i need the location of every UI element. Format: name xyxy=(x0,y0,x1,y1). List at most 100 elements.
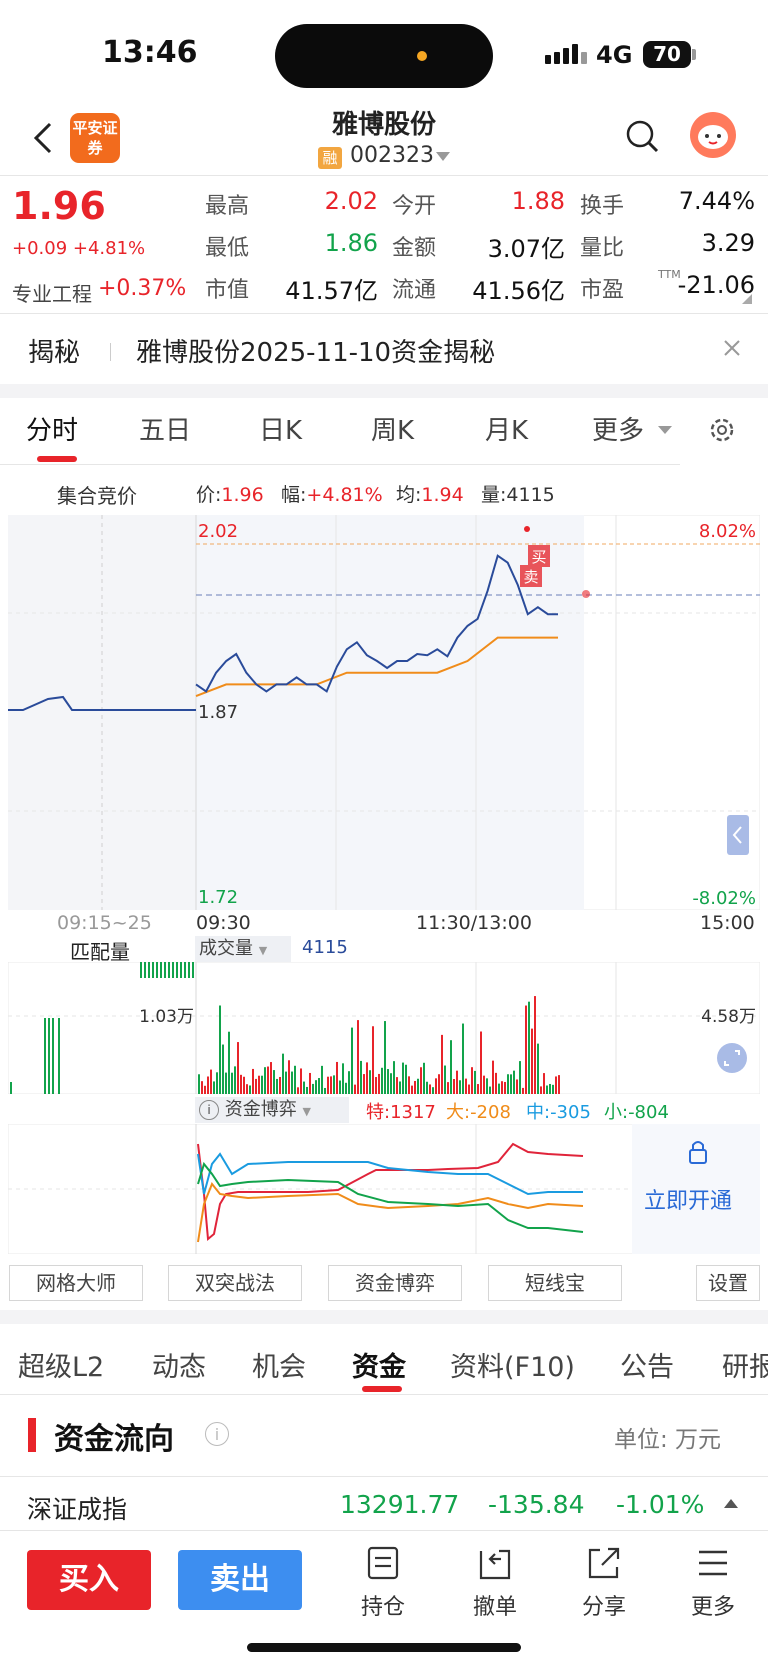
status-time: 13:46 xyxy=(102,35,198,70)
more-caret-icon[interactable] xyxy=(658,426,672,434)
volume-bar xyxy=(414,1080,416,1094)
volume-bar xyxy=(52,1018,54,1094)
volume-bar xyxy=(456,1070,458,1094)
volume-max: 4.58万 xyxy=(701,1007,756,1027)
volume-bar xyxy=(411,1085,413,1094)
volume-bar xyxy=(234,1066,236,1094)
volume-bar xyxy=(366,1062,368,1094)
open-now-link[interactable]: 立即开通 xyxy=(644,1183,732,1215)
volume-chart[interactable]: 1.03万 4.58万 xyxy=(8,962,760,1094)
quote-value: 3.29 xyxy=(701,229,755,257)
volume-value: 4115 xyxy=(302,937,348,958)
assistant-avatar[interactable] xyxy=(690,112,736,158)
volume-bar xyxy=(258,1075,260,1094)
tab-f10[interactable]: 资料(F10) xyxy=(450,1345,575,1384)
undo-order-icon xyxy=(479,1549,511,1580)
volume-bar xyxy=(534,996,536,1094)
price-readout: 价:1.96 xyxy=(196,484,264,506)
volume-bar xyxy=(444,1065,446,1094)
corner-expand-icon[interactable] xyxy=(742,294,752,304)
fund-da: 大:-208 xyxy=(446,1102,511,1123)
volume-readout: 量:4115 xyxy=(481,484,555,506)
tool-double-breakout[interactable]: 双突战法 xyxy=(168,1265,302,1301)
volume-bar xyxy=(492,1060,494,1094)
fullscreen-button[interactable] xyxy=(717,1043,747,1073)
fund-xiao: 小:-804 xyxy=(604,1102,669,1123)
volume-bar xyxy=(417,1078,419,1094)
quote-label: 市值 xyxy=(205,278,250,303)
tab-opportunity[interactable]: 机会 xyxy=(252,1345,306,1384)
volume-bar xyxy=(300,1068,302,1094)
nav-share[interactable]: 分享 xyxy=(564,1545,644,1621)
tab-dynamics[interactable]: 动态 xyxy=(152,1345,206,1384)
volume-bar xyxy=(176,962,178,978)
battery-icon: 70 xyxy=(643,41,691,68)
nav-cancel-order[interactable]: 撤单 xyxy=(455,1545,535,1621)
search-icon[interactable] xyxy=(624,118,660,154)
sector-change[interactable]: +0.37% xyxy=(98,276,186,301)
stock-code[interactable]: 002323 xyxy=(350,143,434,168)
time-midday: 11:30/13:00 xyxy=(416,912,532,934)
chevron-down-icon[interactable] xyxy=(436,152,450,161)
time-auction: 09:15~25 xyxy=(57,912,152,934)
volume-bar xyxy=(255,1078,257,1094)
sector-label[interactable]: 专业工程 xyxy=(12,278,92,307)
volume-bar xyxy=(288,1060,290,1094)
quote-label: 最高 xyxy=(205,194,250,219)
network-type: 4G xyxy=(596,41,633,69)
high-marker xyxy=(524,526,530,532)
tool-settings[interactable]: 设置 xyxy=(696,1265,760,1301)
volume-bar xyxy=(399,1081,401,1094)
sell-marker-text: 卖 xyxy=(523,568,538,586)
close-icon[interactable] xyxy=(720,336,744,360)
info-icon: i xyxy=(199,1100,219,1120)
fund-selector[interactable]: i 资金博弈 ▼ xyxy=(195,1097,349,1123)
tool-fund-game[interactable]: 资金博弈 xyxy=(328,1265,462,1301)
gear-icon[interactable] xyxy=(706,414,738,446)
volume-bar xyxy=(438,1074,440,1094)
volume-bar xyxy=(160,962,162,978)
tab-active-indicator xyxy=(37,456,77,462)
intraday-chart[interactable]: 买 卖 2.02 1.87 1.72 8.02% -8.02% xyxy=(8,515,760,910)
nav-label: 分享 xyxy=(581,1595,626,1620)
fund-zhong: 中:-305 xyxy=(526,1102,591,1123)
tool-grid-master[interactable]: 网格大师 xyxy=(9,1265,143,1301)
volume-selector[interactable]: 成交量 ▼ xyxy=(195,936,291,962)
sell-button[interactable]: 卖出 xyxy=(178,1550,302,1610)
nav-positions[interactable]: 持仓 xyxy=(343,1545,423,1621)
collapse-panel-button[interactable] xyxy=(727,815,749,855)
tab-announcement[interactable]: 公告 xyxy=(620,1345,674,1384)
volume-bar xyxy=(249,1085,251,1094)
volume-bar xyxy=(513,1070,515,1094)
section-gap xyxy=(0,1310,768,1324)
range-readout: 幅:+4.81% xyxy=(281,484,383,506)
volume-bar xyxy=(297,1087,299,1094)
tab-funds[interactable]: 资金 xyxy=(352,1345,406,1384)
y-top-label: 2.02 xyxy=(198,521,238,542)
secret-text[interactable]: 雅博股份2025-11-10资金揭秘 xyxy=(136,332,495,369)
secret-title[interactable]: 揭秘 xyxy=(28,332,80,369)
tab-more[interactable]: 更多 xyxy=(592,410,644,447)
tab-super-l2[interactable]: 超级L2 xyxy=(18,1345,104,1384)
tab-five-day[interactable]: 五日 xyxy=(139,410,191,447)
nav-more[interactable]: 更多 xyxy=(673,1545,753,1621)
index-name[interactable]: 深证成指 xyxy=(27,1490,127,1526)
buy-marker-text: 买 xyxy=(531,548,546,566)
tab-research[interactable]: 研报 xyxy=(722,1345,768,1384)
flow-divider xyxy=(0,1476,768,1477)
tab-monthly-k[interactable]: 月K xyxy=(485,410,528,447)
tab-daily-k[interactable]: 日K xyxy=(259,410,302,447)
tool-short-line[interactable]: 短线宝 xyxy=(488,1265,622,1301)
battery-cap xyxy=(692,49,696,60)
tab-intraday[interactable]: 分时 xyxy=(26,410,78,447)
info-icon[interactable]: i xyxy=(205,1422,229,1446)
volume-bar xyxy=(321,1065,323,1094)
buy-button[interactable]: 买入 xyxy=(27,1550,151,1610)
chevron-up-icon[interactable] xyxy=(724,1499,738,1508)
volume-bar xyxy=(471,1067,473,1094)
header-divider xyxy=(0,175,768,176)
y-bottom-label: 1.72 xyxy=(198,887,238,908)
tab-weekly-k[interactable]: 周K xyxy=(371,410,414,447)
volume-bar xyxy=(495,1072,497,1094)
volume-bar xyxy=(549,1083,551,1094)
